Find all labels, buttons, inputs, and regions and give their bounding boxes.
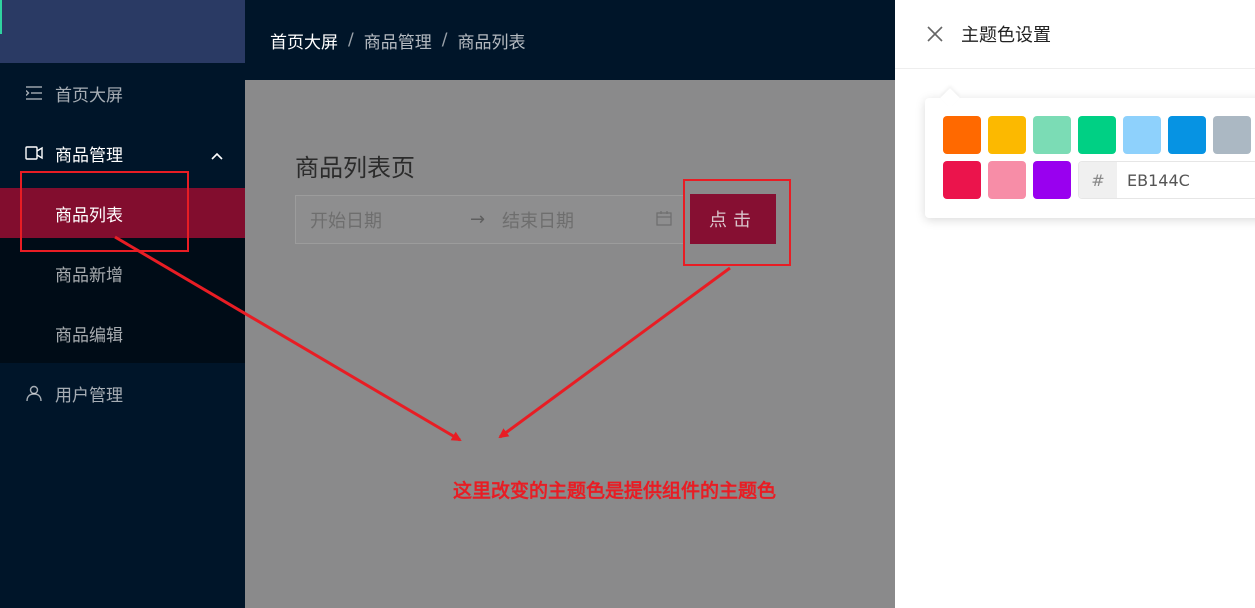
sidebar-item-label: 商品管理 [55,145,123,166]
drawer-title: 主题色设置 [961,25,1051,46]
breadcrumb-separator: / [441,30,448,50]
breadcrumb-item-product-list[interactable]: 商品列表 [457,28,525,53]
sidebar-item-label: 商品新增 [55,265,123,286]
color-swatch[interactable] [943,161,981,199]
sidebar-item-user-management[interactable]: 用户管理 [0,363,245,423]
hex-prefix: # [1079,162,1117,198]
close-icon[interactable] [925,24,945,44]
sidebar: 首页大屏 商品管理 商品列表 商品新增 商品编辑 用户管理 [0,0,245,608]
annotation-box-menu [20,171,189,252]
sidebar-item-home[interactable]: 首页大屏 [0,63,245,123]
breadcrumb-item-product-management[interactable]: 商品管理 [364,28,432,53]
swatch-row-2: # [943,161,1255,199]
color-swatch[interactable] [943,116,981,154]
logo-accent [0,0,2,34]
annotation-text: 这里改变的主题色是提供组件的主题色 [453,480,777,502]
sidebar-item-label: 用户管理 [55,385,123,406]
drawer-header: 主题色设置 [895,0,1255,69]
user-icon [24,383,44,403]
end-date-input[interactable]: 结束日期 [502,207,652,233]
logo-area [0,0,245,63]
breadcrumb-separator: / [348,30,354,50]
calendar-icon [656,210,672,231]
date-range-picker[interactable]: 开始日期 → 结束日期 [295,195,685,244]
breadcrumb-item-home[interactable]: 首页大屏 [270,28,338,53]
breadcrumb: 首页大屏 / 商品管理 / 商品列表 [245,0,895,80]
picker-caret [940,88,960,108]
theme-color-drawer: 主题色设置 # [895,0,1255,608]
chevron-up-icon [211,145,223,165]
swatch-row-1 [943,116,1255,154]
color-swatch[interactable] [988,116,1026,154]
color-swatch[interactable] [1033,116,1071,154]
annotation-box-button [683,179,791,266]
hex-input-group: # [1078,161,1255,199]
hex-color-input[interactable] [1117,162,1255,198]
color-swatch[interactable] [1033,161,1071,199]
color-swatch[interactable] [988,161,1026,199]
color-swatch[interactable] [1123,116,1161,154]
page-title: 商品列表页 [295,154,415,182]
color-swatch[interactable] [1168,116,1206,154]
color-picker-panel: # [925,88,1255,218]
sidebar-item-label: 商品编辑 [55,325,123,346]
main-content: 商品列表页 开始日期 → 结束日期 点击 [245,80,895,608]
video-icon [24,143,44,163]
sidebar-item-label: 首页大屏 [55,85,123,106]
sidebar-item-product-add[interactable]: 商品新增 [0,243,245,303]
menu-list-icon [24,83,44,103]
sidebar-item-product-edit[interactable]: 商品编辑 [0,303,245,363]
color-swatch[interactable] [1213,116,1251,154]
range-arrow-icon: → [470,209,486,230]
start-date-input[interactable]: 开始日期 [310,207,470,233]
color-swatch[interactable] [1078,116,1116,154]
